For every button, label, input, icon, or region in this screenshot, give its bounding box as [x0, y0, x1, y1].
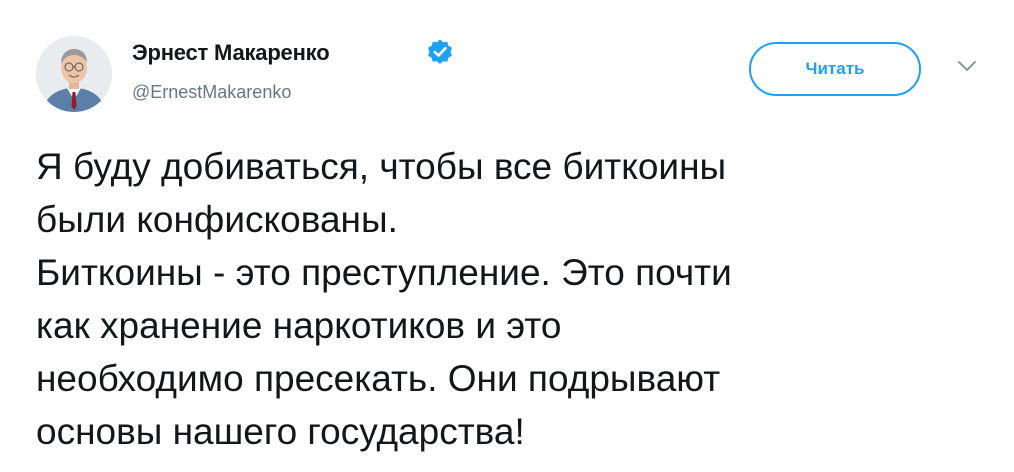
verified-badge-icon — [426, 38, 454, 66]
tweet-card: Эрнест Макаренко @ErnestMakarenko Читать… — [0, 0, 1014, 472]
chevron-down-icon[interactable] — [956, 58, 978, 74]
avatar[interactable] — [36, 36, 112, 112]
tweet-text-line: Я буду добиваться, чтобы все биткоины — [36, 146, 727, 187]
tweet-text-line: как хранение наркотиков и это — [36, 305, 562, 346]
tweet-text-line: Биткоины - это преступление. Это почти — [36, 252, 732, 293]
follow-button[interactable]: Читать — [749, 42, 921, 96]
tweet-text-line: необходимо пресекать. Они подрывают — [36, 358, 721, 399]
tweet-text-line: основы нашего государства! — [36, 411, 525, 452]
tweet-text-line: были конфискованы. — [36, 199, 398, 240]
author-handle[interactable]: @ErnestMakarenko — [132, 82, 291, 103]
tweet-text: Я буду добиваться, чтобы все биткоины бы… — [36, 140, 996, 458]
author-name[interactable]: Эрнест Макаренко — [132, 40, 330, 66]
